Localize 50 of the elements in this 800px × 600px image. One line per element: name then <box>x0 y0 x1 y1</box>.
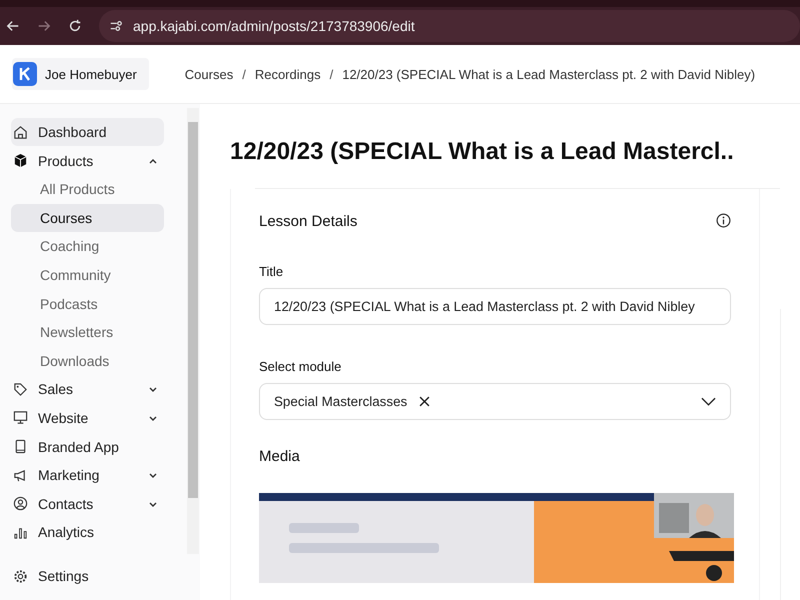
site-switcher[interactable]: Joe Homebuyer <box>12 58 149 90</box>
sidebar-subitem[interactable]: Podcasts <box>11 290 164 318</box>
megaphone-icon <box>13 468 28 483</box>
sidebar-item[interactable]: Products <box>11 146 164 175</box>
sidebar-subitem[interactable]: Community <box>11 260 164 289</box>
title-field[interactable]: 12/20/23 (SPECIAL What is a Lead Masterclass pt. 2 with David Nibley <box>259 288 731 325</box>
field-label: Title <box>259 264 284 279</box>
cube-icon <box>13 153 28 168</box>
sidebar-item[interactable]: Contacts <box>11 490 164 518</box>
sidebar-item[interactable]: Website <box>11 404 164 432</box>
remove-icon[interactable] <box>419 396 430 407</box>
back-icon[interactable] <box>6 19 20 33</box>
breadcrumb-link[interactable]: Recordings <box>254 66 321 82</box>
sidebar-item[interactable]: Branded App <box>11 432 164 461</box>
sidebar-item[interactable]: Dashboard <box>11 118 164 146</box>
site-name: Joe Homebuyer <box>45 66 137 82</box>
sidebar-item[interactable]: Marketing <box>11 461 164 490</box>
module-select[interactable]: Special Masterclasses <box>259 383 731 420</box>
breadcrumb-link[interactable]: Courses <box>184 66 234 82</box>
sidebar-subitem[interactable]: Coaching <box>11 232 164 260</box>
tag-icon <box>13 382 28 397</box>
forward-icon[interactable] <box>37 19 51 33</box>
settings-icon <box>13 568 28 584</box>
tablet-icon <box>13 439 28 454</box>
sidebar-subitem[interactable]: Courses <box>11 204 164 232</box>
monitor-icon <box>13 410 28 426</box>
logo-icon <box>13 62 37 86</box>
sidebar-subitem[interactable]: All Products <box>11 175 164 204</box>
url-text: app.kajabi.com/admin/posts/2173783906/edit <box>133 18 415 34</box>
card-title: Lesson Details <box>259 213 358 230</box>
user-icon <box>13 496 28 512</box>
module-value: Special Masterclasses <box>274 394 408 409</box>
sidebar-subitem[interactable]: Downloads <box>11 346 164 375</box>
reload-icon[interactable] <box>68 19 82 33</box>
sidebar-subitem[interactable]: Newsletters <box>11 318 164 346</box>
site-settings-icon[interactable] <box>109 19 123 33</box>
page-heading: 12/20/23 (SPECIAL What is a Lead Mastercl.. <box>230 138 735 166</box>
address-bar[interactable]: app.kajabi.com/admin/posts/2173783906/edit <box>99 10 800 42</box>
info-icon[interactable] <box>716 213 731 228</box>
breadcrumb-separator: / <box>330 66 334 82</box>
settings-item[interactable]: Settings <box>11 562 164 590</box>
sidebar-item[interactable]: Sales <box>11 375 164 404</box>
home-icon <box>13 124 28 140</box>
chevron-down-icon <box>701 396 716 406</box>
sidebar-item[interactable]: Analytics <box>11 518 164 546</box>
media-label: Media <box>259 448 300 465</box>
scrollbar[interactable] <box>187 108 199 554</box>
breadcrumb-separator: / <box>242 66 246 82</box>
breadcrumb-current: 12/20/23 (SPECIAL What is a Lead Masterclass pt. 2 with David Nibley) <box>342 66 756 82</box>
field-label: Select module <box>259 359 342 374</box>
